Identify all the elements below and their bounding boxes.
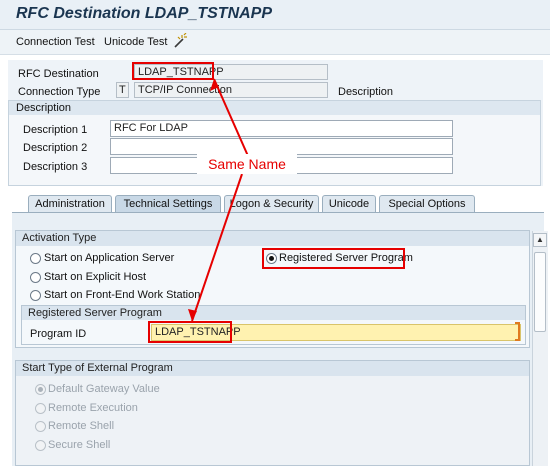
description-2-label: Description 2 <box>23 142 88 154</box>
tab-logon-security[interactable]: Logon & Security <box>224 195 319 213</box>
description-1-input[interactable]: RFC For LDAP <box>110 120 453 137</box>
program-id-highlight <box>148 321 232 343</box>
radio-remote-execution <box>35 403 46 414</box>
radio-default-gateway-label: Default Gateway Value <box>48 383 160 395</box>
tab-administration[interactable]: Administration <box>28 195 112 213</box>
program-id-label: Program ID <box>30 328 87 340</box>
radio-app-server[interactable] <box>30 253 41 264</box>
connection-type-description: Description <box>338 86 394 98</box>
program-id-required-marker <box>515 322 520 341</box>
radio-default-gateway <box>35 384 46 395</box>
radio-app-server-label: Start on Application Server <box>44 252 175 264</box>
radio-remote-shell <box>35 421 46 432</box>
connection-type-field: TCP/IP Connection <box>134 82 328 98</box>
activation-type-title: Activation Type <box>16 231 529 246</box>
description-section-title: Description <box>16 102 72 114</box>
scroll-up-icon[interactable]: ▲ <box>533 233 547 247</box>
page-title: RFC Destination LDAP_TSTNAPP <box>16 5 273 22</box>
unicode-test-button[interactable]: Unicode Test <box>104 36 167 48</box>
wand-icon[interactable] <box>172 32 188 49</box>
connection-test-button[interactable]: Connection Test <box>16 36 95 48</box>
tab-unicode[interactable]: Unicode <box>322 195 376 213</box>
connection-type-code: T <box>116 82 129 98</box>
connection-type-label: Connection Type <box>18 86 101 98</box>
radio-remote-shell-label: Remote Shell <box>48 420 115 432</box>
rfc-destination-highlight <box>132 62 214 80</box>
radio-explicit-host-label: Start on Explicit Host <box>44 271 147 283</box>
description-1-label: Description 1 <box>23 124 88 136</box>
registered-server-highlight <box>262 248 405 269</box>
description-header <box>9 101 540 115</box>
radio-secure-shell-label: Secure Shell <box>48 439 111 451</box>
description-3-label: Description 3 <box>23 161 88 173</box>
radio-remote-execution-label: Remote Execution <box>48 402 138 414</box>
rfc-destination-label: RFC Destination <box>18 68 99 80</box>
annotation-label: Same Name <box>197 154 297 174</box>
radio-secure-shell <box>35 440 46 451</box>
description-2-input[interactable] <box>110 138 453 155</box>
tab-special-options[interactable]: Special Options <box>379 195 475 213</box>
scrollbar-thumb[interactable] <box>534 252 546 332</box>
radio-frontend-workstation[interactable] <box>30 290 41 301</box>
registered-server-title: Registered Server Program <box>22 306 525 320</box>
radio-frontend-workstation-label: Start on Front-End Work Station <box>44 289 201 301</box>
radio-explicit-host[interactable] <box>30 272 41 283</box>
start-type-title: Start Type of External Program <box>16 361 529 376</box>
